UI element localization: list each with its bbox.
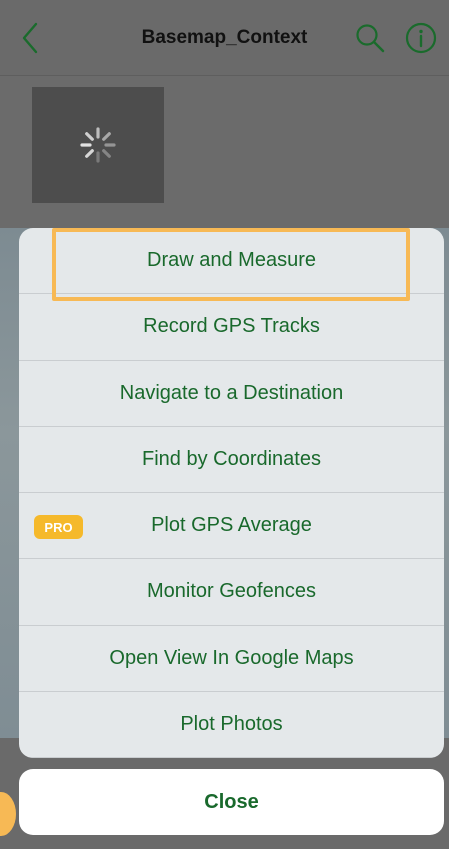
close-button[interactable]: Close xyxy=(19,769,444,835)
search-button[interactable] xyxy=(353,21,387,55)
map-thumbnail xyxy=(32,87,164,203)
close-button-label: Close xyxy=(204,790,259,813)
menu-item-label: Monitor Geofences xyxy=(147,580,316,603)
menu-item-label: Open View In Google Maps xyxy=(109,646,354,669)
info-button[interactable] xyxy=(404,21,438,55)
menu-item-draw-and-measure[interactable]: Draw and Measure xyxy=(19,228,444,295)
menu-item-plot-gps-average[interactable]: PRO Plot GPS Average xyxy=(19,493,444,560)
action-sheet: Draw and Measure Record GPS Tracks Navig… xyxy=(19,228,444,758)
menu-item-navigate-to-destination[interactable]: Navigate to a Destination xyxy=(19,361,444,427)
menu-item-label: Navigate to a Destination xyxy=(119,381,344,404)
search-icon xyxy=(356,24,385,53)
app-screen: Basemap_Context Draw and Measure Record … xyxy=(0,0,449,849)
menu-item-label: Draw and Measure xyxy=(147,249,316,272)
menu-item-monitor-geofences[interactable]: Monitor Geofences xyxy=(19,559,444,626)
nav-bar: Basemap_Context xyxy=(0,0,449,76)
menu-item-label: Plot GPS Average xyxy=(151,514,312,537)
menu-item-open-in-google-maps[interactable]: Open View In Google Maps xyxy=(19,626,444,692)
menu-item-label: Record GPS Tracks xyxy=(143,315,320,338)
menu-item-record-gps-tracks[interactable]: Record GPS Tracks xyxy=(19,294,444,361)
menu-item-plot-photos[interactable]: Plot Photos xyxy=(19,692,444,758)
menu-item-label: Find by Coordinates xyxy=(142,447,321,470)
menu-item-find-by-coordinates[interactable]: Find by Coordinates xyxy=(19,427,444,493)
pro-badge: PRO xyxy=(34,515,83,539)
menu-item-label: Plot Photos xyxy=(180,712,283,735)
info-icon xyxy=(405,22,437,54)
loading-spinner-icon xyxy=(80,127,116,163)
